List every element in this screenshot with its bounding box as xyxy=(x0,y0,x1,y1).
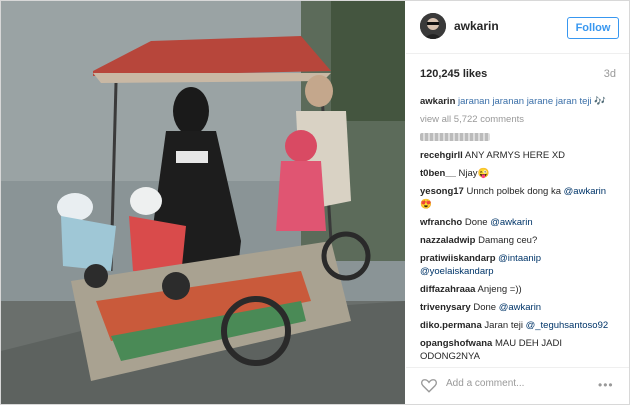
comment-username[interactable]: wfrancho xyxy=(420,217,462,228)
comment-item: opangshofwana MAU DEH JADI ODONG2NYA xyxy=(420,337,616,363)
comment-username[interactable]: recehgirll xyxy=(420,150,463,161)
post-photo[interactable] xyxy=(1,1,405,404)
comment-text: ANY ARMYS HERE XD xyxy=(462,150,566,161)
post-footer: Add a comment... ••• xyxy=(406,367,629,404)
comment-item: pratiwiiskandarp @intaanip @yoelaiskanda… xyxy=(420,252,616,278)
comment-mention[interactable]: @awkarin xyxy=(564,186,606,197)
comment-username[interactable]: nazzaladwip xyxy=(420,235,475,246)
comment-item: wfrancho Done @awkarin xyxy=(420,216,616,229)
avatar[interactable] xyxy=(420,13,446,39)
comment-item: recehgirll ANY ARMYS HERE XD xyxy=(420,149,616,162)
post-stats: 120,245 likes 3d xyxy=(420,68,616,80)
comment-text: Njay😜 xyxy=(455,168,490,179)
likes-count[interactable]: 120,245 likes xyxy=(420,68,487,80)
comment-text: Done xyxy=(470,302,499,313)
comment-text: Done xyxy=(462,217,491,228)
comment-username[interactable]: pratiwiiskandarp xyxy=(420,253,496,264)
comment-tail: 😍 xyxy=(420,199,432,210)
comment-item: yesong17 Unnch polbek dong ka @awkarin 😍 xyxy=(420,185,616,211)
avatar-image xyxy=(420,13,446,39)
comment-mention[interactable]: @_teguhsantoso92 xyxy=(526,320,609,331)
comment-item: trivenysary Done @awkarin xyxy=(420,301,616,314)
comment-username[interactable]: yesong17 xyxy=(420,186,464,197)
instagram-post: awkarin Follow 120,245 likes 3d awkarin … xyxy=(0,0,630,405)
comment-text: Anjeng =)) xyxy=(475,284,522,295)
comment-mention[interactable]: @awkarin xyxy=(490,217,532,228)
post-sidebar: awkarin Follow 120,245 likes 3d awkarin … xyxy=(406,1,629,404)
caption: awkarin jaranan jaranan jarane jaran tej… xyxy=(420,95,616,108)
comment-item: diffazahraaa Anjeng =)) xyxy=(420,283,616,296)
view-all-comments-link[interactable]: view all 5,722 comments xyxy=(420,113,616,126)
comment-username[interactable]: opangshofwana xyxy=(420,338,492,349)
comment-text: Damang ceu? xyxy=(475,235,538,246)
post-username[interactable]: awkarin xyxy=(454,19,499,33)
more-options-icon[interactable]: ••• xyxy=(598,378,614,392)
comment-username[interactable]: t0ben__ xyxy=(420,168,456,179)
comment-item: t0ben__ Njay😜 xyxy=(420,167,616,180)
blurred-username xyxy=(420,133,490,142)
photo-illustration xyxy=(1,1,405,404)
comment-text: Jaran teji xyxy=(481,320,526,331)
comment-text: Unnch polbek dong ka xyxy=(463,186,564,197)
add-comment-input[interactable]: Add a comment... xyxy=(446,378,524,389)
post-age: 3d xyxy=(603,68,616,80)
comment-username[interactable]: trivenysary xyxy=(420,302,471,313)
heart-icon[interactable] xyxy=(420,376,438,394)
comment-username[interactable]: diko.permana xyxy=(420,320,482,331)
caption-text: jaranan jaranan jarane jaran teji 🎶 xyxy=(458,96,607,107)
comment-mention[interactable]: @awkarin xyxy=(499,302,541,313)
caption-username[interactable]: awkarin xyxy=(420,96,455,107)
comments-list: awkarin jaranan jaranan jarane jaran tej… xyxy=(420,95,616,365)
comment-item-hidden xyxy=(420,131,616,144)
post-header: awkarin Follow xyxy=(406,1,629,54)
follow-button[interactable]: Follow xyxy=(567,17,619,39)
comment-item: diko.permana Jaran teji @_teguhsantoso92 xyxy=(420,319,616,332)
comment-item: nazzaladwip Damang ceu? xyxy=(420,234,616,247)
comment-username[interactable]: diffazahraaa xyxy=(420,284,475,295)
